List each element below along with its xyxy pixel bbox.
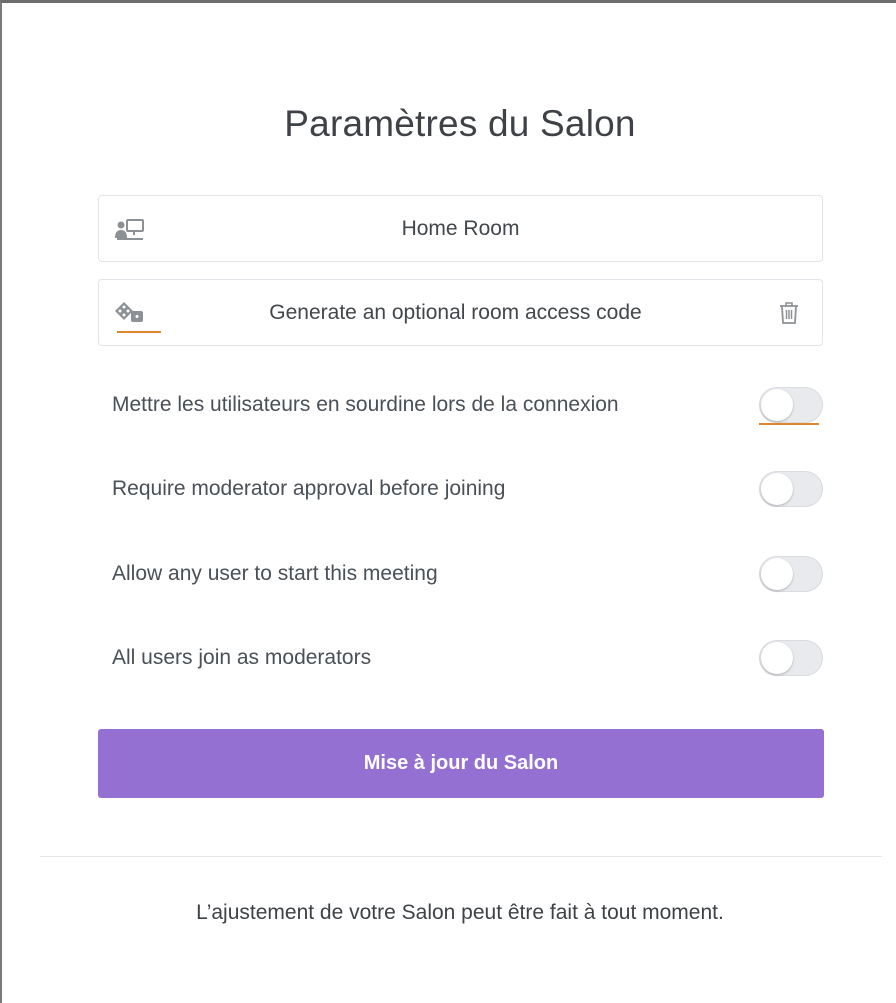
footer-divider [40, 856, 882, 857]
setting-label: Require moderator approval before joinin… [112, 477, 506, 500]
footer-text: L’ajustement de votre Salon peut être fa… [196, 901, 724, 924]
anyone-can-start-toggle[interactable] [759, 556, 823, 592]
toggle-focus-underline [759, 423, 819, 425]
setting-all-join-as-moderators: All users join as moderators [112, 640, 824, 680]
room-name-value: Home Room [401, 216, 520, 240]
trash-icon[interactable] [778, 301, 800, 325]
setting-mute-on-join: Mettre les utilisateurs en sourdine lors… [112, 387, 824, 427]
access-code-field[interactable]: Generate an optional room access code [98, 279, 823, 346]
toggle-knob [761, 389, 793, 421]
access-code-placeholder: Generate an optional room access code [269, 300, 642, 324]
update-room-button[interactable]: Mise à jour du Salon [98, 729, 824, 798]
setting-require-approval: Require moderator approval before joinin… [112, 471, 824, 511]
require-approval-toggle[interactable] [759, 471, 823, 507]
room-settings-modal: Paramètres du Salon Home Room Generate a… [0, 0, 896, 1003]
setting-label: All users join as moderators [112, 646, 372, 669]
toggle-knob [761, 558, 793, 590]
setting-anyone-can-start: Allow any user to start this meeting [112, 556, 824, 596]
toggle-knob [761, 642, 793, 674]
room-name-field[interactable]: Home Room [98, 195, 823, 262]
toggle-knob [761, 473, 793, 505]
modal-title: Paramètres du Salon [284, 103, 636, 144]
setting-label: Mettre les utilisateurs en sourdine lors… [112, 393, 619, 416]
setting-label: Allow any user to start this meeting [112, 562, 438, 585]
all-join-as-moderators-toggle[interactable] [759, 640, 823, 676]
mute-on-join-toggle[interactable] [759, 387, 823, 423]
